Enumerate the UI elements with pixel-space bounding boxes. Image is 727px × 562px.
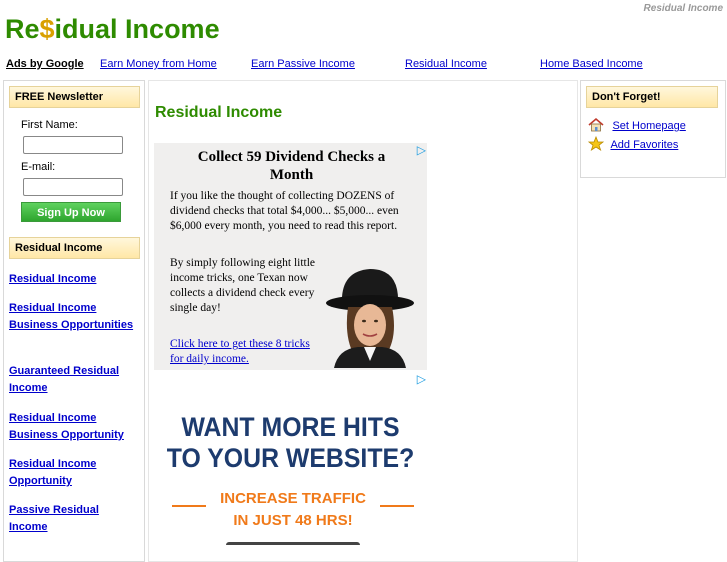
ad-choices-icon[interactable]: ▷	[417, 372, 426, 386]
left-link-passive-residual-income[interactable]: Passive Residual Income	[9, 502, 139, 536]
left-link-residual-income-business-opportunity[interactable]: Residual Income Business Opportunity	[9, 410, 139, 444]
traffic-ad-sub-1: INCREASE TRAFFIC	[220, 490, 366, 507]
newsletter-header: FREE Newsletter	[9, 86, 140, 108]
set-homepage-item[interactable]: Set Homepage	[588, 116, 686, 134]
page-title: Residual Income	[155, 104, 283, 121]
first-name-input[interactable]	[23, 136, 123, 154]
home-icon	[588, 118, 604, 132]
site-logo[interactable]: Re$idual Income	[5, 14, 220, 45]
first-name-label: First Name:	[21, 119, 78, 131]
add-favorites-link[interactable]: Add Favorites	[610, 139, 678, 151]
ads-link-home-based-income[interactable]: Home Based Income	[540, 58, 643, 70]
email-input[interactable]	[23, 178, 123, 196]
ads-bar: Ads by Google Earn Money from Home Earn …	[6, 58, 706, 72]
set-homepage-link[interactable]: Set Homepage	[612, 120, 685, 132]
left-link-residual-income[interactable]: Residual Income	[9, 271, 139, 288]
top-tagline: Residual Income	[643, 3, 723, 14]
ads-link-residual-income[interactable]: Residual Income	[405, 58, 487, 70]
logo-text-suffix: idual Income	[54, 14, 220, 44]
add-favorites-item[interactable]: Add Favorites	[587, 135, 678, 153]
ads-link-earn-passive-income[interactable]: Earn Passive Income	[251, 58, 355, 70]
logo-text-prefix: Re	[5, 14, 40, 44]
traffic-ad-headline-1: WANT MORE HITS	[181, 412, 400, 442]
traffic-ad-headline-2: TO YOUR WEBSITE?	[166, 443, 415, 473]
left-link-residual-income-business-opportunities[interactable]: Residual Income Business Opportunities	[9, 300, 139, 334]
ad-portrait-image	[320, 257, 418, 368]
logo-dollar: $	[39, 14, 55, 44]
ads-by-google-label[interactable]: Ads by Google	[6, 58, 84, 70]
star-icon	[587, 136, 605, 152]
ad-headline[interactable]: Collect 59 Dividend Checks a Month	[184, 148, 399, 184]
ad-paragraph-2: By simply following eight little income …	[170, 257, 316, 314]
residual-income-section-header: Residual Income	[9, 237, 140, 259]
traffic-ad[interactable]: ▷ WANT MORE HITS TO YOUR WEBSITE? INCREA…	[154, 372, 427, 545]
left-link-guaranteed-residual-income[interactable]: Guaranteed Residual Income	[9, 363, 139, 397]
ads-link-earn-money-from-home[interactable]: Earn Money from Home	[100, 58, 217, 70]
ad-choices-icon[interactable]: ▷	[417, 143, 426, 157]
ad-paragraph-1: If you like the thought of collecting DO…	[170, 190, 399, 232]
email-label: E-mail:	[21, 161, 56, 173]
traffic-ad-sub-2: IN JUST 48 HRS!	[233, 512, 353, 529]
ad-cta-link[interactable]: Click here to get these 8 tricks for dai…	[170, 337, 315, 367]
dont-forget-header: Don't Forget!	[586, 86, 718, 108]
sign-up-button[interactable]: Sign Up Now	[21, 202, 121, 222]
left-link-residual-income-opportunity[interactable]: Residual Income Opportunity	[9, 456, 139, 490]
dividend-ad[interactable]: ▷ Collect 59 Dividend Checks a Month If …	[154, 143, 427, 370]
